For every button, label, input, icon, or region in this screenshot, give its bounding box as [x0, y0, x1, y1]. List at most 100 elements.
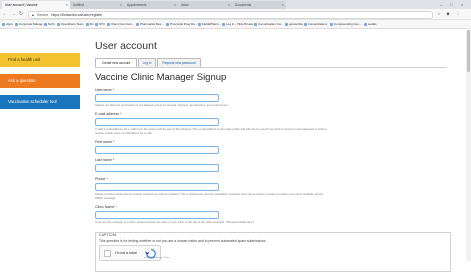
captcha-description: This question is for testing whether or …	[99, 239, 267, 243]
clinic-name-help: If you are the manager of a clinic, plea…	[95, 220, 255, 224]
bookmark-icon	[285, 22, 288, 26]
recaptcha-brand: reCAPTCHA Privacy - Terms	[144, 257, 170, 259]
close-icon[interactable]: ×	[228, 1, 230, 9]
username-field[interactable]	[95, 94, 219, 102]
bookmark[interactable]: Pharmacist Res...	[136, 20, 164, 28]
sidebar-item-find-health-unit[interactable]: Find a health unit	[0, 53, 80, 67]
bookmarks-bar: Apps Corporate Manag... NoTo Operations …	[0, 20, 471, 29]
extension-icon[interactable]: ◆	[445, 11, 451, 17]
tab-label: Inbox	[181, 3, 189, 7]
bookmark-icon	[15, 22, 18, 26]
browser-tab[interactable]: Untitled ×	[70, 1, 124, 9]
sidebar-item-label: Ask a question	[8, 78, 36, 83]
tabs-divider	[95, 67, 447, 68]
browser-tab[interactable]: Appointments ×	[124, 1, 178, 9]
sidebar-item-ask-question[interactable]: Ask a question	[0, 74, 80, 88]
apps-icon	[2, 22, 5, 26]
bookmark[interactable]: Rx	[86, 20, 94, 28]
bookmark-icon	[198, 22, 201, 26]
forward-icon[interactable]: →	[10, 10, 16, 18]
bookmark-icon	[254, 22, 257, 26]
recaptcha-checkbox[interactable]	[104, 250, 111, 257]
email-label: E-mail address *	[95, 112, 122, 116]
window-close-icon[interactable]: ×	[461, 0, 463, 9]
bookmark-icon	[330, 22, 333, 26]
maximize-icon[interactable]: □	[450, 0, 452, 9]
bookmark-icon	[364, 22, 367, 26]
bookmark[interactable]: NTC	[95, 20, 105, 28]
clinic-name-label: Clinic Name *	[95, 205, 117, 209]
phone-field[interactable]	[95, 183, 219, 191]
menu-icon[interactable]: ⋮	[455, 11, 461, 17]
bookmark[interactable]: Provincial Drug Ru...	[166, 20, 198, 28]
username-label: Username *	[95, 88, 114, 92]
reload-icon[interactable]: ↻	[18, 10, 24, 18]
bookmark[interactable]: Immunisation Ca...	[254, 20, 283, 28]
recaptcha-label: I'm not a robot	[115, 251, 137, 255]
url-text: https://findashot.ca/user/register	[51, 13, 103, 17]
tab-create-account[interactable]: Create new account	[95, 58, 137, 67]
bookmark-icon	[136, 22, 139, 26]
bookmark-apps[interactable]: Apps	[2, 20, 13, 28]
back-icon[interactable]: ←	[2, 10, 8, 18]
last-name-label: Last name *	[95, 158, 115, 162]
required-marker: *	[112, 88, 114, 92]
sidebar-item-label: Find a health unit	[8, 57, 41, 62]
phone-label: Phone *	[95, 177, 108, 181]
scrollbar-thumb[interactable]	[467, 30, 470, 72]
sidebar-item-label: Vaccination scheduler tool	[8, 99, 57, 104]
first-name-field[interactable]	[95, 146, 219, 154]
tab-label: Documents	[235, 3, 252, 7]
lock-icon: 🔒︎	[32, 13, 34, 17]
close-icon[interactable]: ×	[174, 1, 176, 9]
bookmark[interactable]: Log In - TELUS Hea...	[222, 20, 255, 28]
required-marker: *	[119, 112, 122, 116]
form-title: Vaccine Clinic Manager Signup	[95, 72, 227, 83]
close-icon[interactable]: ×	[282, 1, 284, 9]
email-field[interactable]	[95, 118, 219, 126]
first-name-label: First name *	[95, 140, 115, 144]
sidebar-item-vaccination-scheduler[interactable]: Vaccination scheduler tool	[0, 95, 80, 109]
address-bar-row: ← → ↻ 🔒︎ Secure https://findashot.ca/user/…	[0, 9, 471, 20]
page-title: User account	[95, 40, 157, 52]
bookmark[interactable]: Corporate Manag...	[15, 20, 45, 28]
recaptcha-widget: I'm not a robot reCAPTCHA Privacy - Term…	[99, 245, 170, 261]
bookmark[interactable]: Immunizations	[304, 20, 327, 28]
browser-tab[interactable]: Documents ×	[232, 1, 286, 9]
bookmark-icon	[95, 22, 98, 26]
tab-log-in[interactable]: Log in	[138, 58, 156, 67]
bookmark-icon	[222, 22, 225, 26]
clinic-name-field[interactable]	[95, 211, 219, 219]
captcha-legend: CAPTCHA	[99, 233, 117, 237]
tab-request-password[interactable]: Request new password	[157, 58, 201, 67]
tab-label: Untitled	[73, 3, 84, 7]
bookmark-icon	[57, 22, 60, 26]
bookmark[interactable]: eprescribe	[285, 20, 303, 28]
bookmark-icon	[304, 22, 307, 26]
bookmark-icon	[107, 22, 110, 26]
browser-tab-bar: User account | Vaccine × Untitled × Appo…	[0, 0, 471, 9]
username-help: Spaces are allowed; punctuation is not a…	[95, 103, 229, 107]
bookmark[interactable]: NoTo	[44, 20, 55, 28]
secure-label: Secure	[36, 13, 49, 17]
bookmark-icon	[44, 22, 47, 26]
last-name-field[interactable]	[95, 164, 219, 172]
required-marker: *	[112, 140, 115, 144]
bookmark[interactable]: wetals	[364, 20, 377, 28]
tab-label: Appointments	[127, 3, 147, 7]
browser-tab-active[interactable]: User account | Vaccine ×	[2, 1, 70, 9]
star-icon[interactable]: ☆	[436, 11, 442, 17]
bookmark[interactable]: Client Commun...	[107, 20, 134, 28]
close-icon[interactable]: ×	[120, 1, 122, 9]
bookmark-icon	[166, 22, 169, 26]
close-icon[interactable]: ×	[66, 1, 68, 9]
required-marker: *	[115, 205, 117, 209]
required-marker: *	[112, 158, 115, 162]
url-field[interactable]: 🔒︎ Secure https://findashot.ca/user/regist…	[28, 11, 433, 19]
browser-tab[interactable]: Inbox ×	[178, 1, 232, 9]
minimize-icon[interactable]: –	[440, 0, 442, 9]
phone-help: Please provide a direct phone number at …	[95, 192, 324, 200]
bookmark[interactable]: Operations Team	[57, 20, 84, 28]
bookmark[interactable]: FieldsPharm...	[198, 20, 221, 28]
bookmark[interactable]: Compounding Cen...	[330, 20, 362, 28]
